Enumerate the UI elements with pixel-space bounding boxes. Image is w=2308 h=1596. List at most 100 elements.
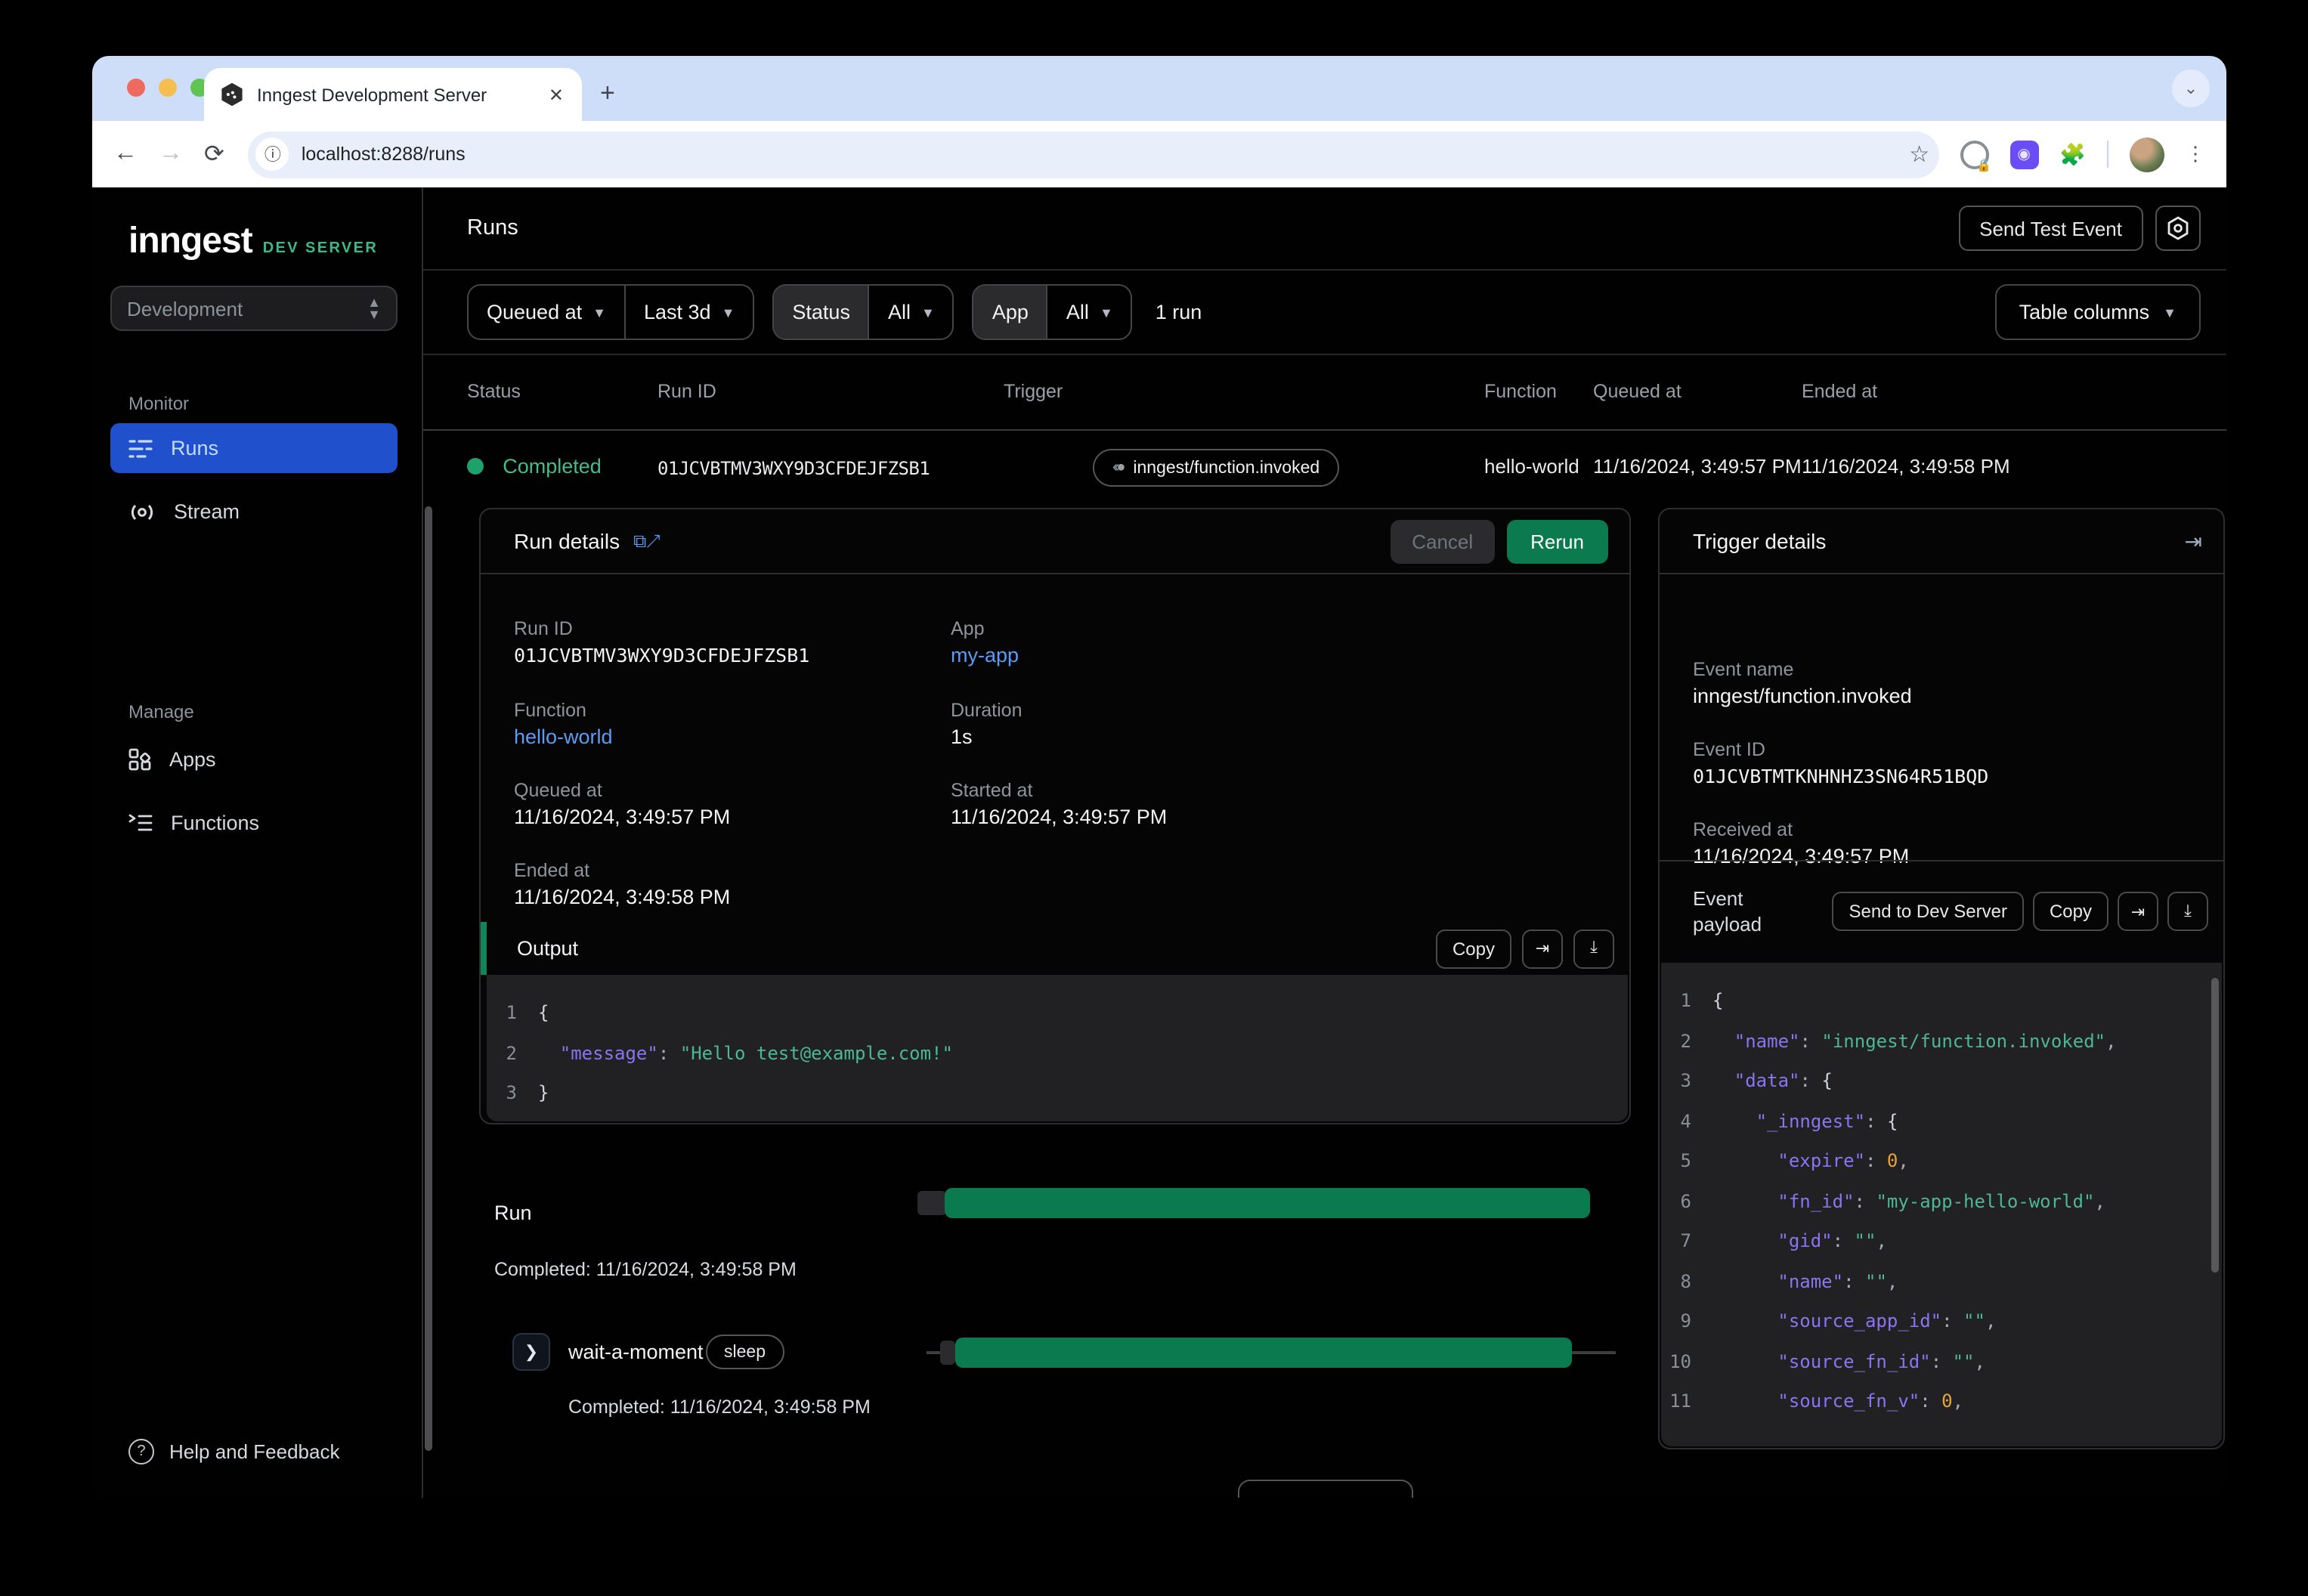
code-line: 8 "name": "", xyxy=(1680,1270,1898,1291)
row-function: hello-world xyxy=(1484,455,1579,478)
chevron-down-icon: ▼ xyxy=(721,305,735,320)
step-timeline-bar[interactable] xyxy=(955,1338,1572,1368)
main-content: Runs Send Test Event Queued at ▼ Last 3d… xyxy=(423,187,2226,1498)
event-name-label: Event name xyxy=(1693,659,1794,680)
page-title: Runs xyxy=(467,216,518,240)
trigger-details-title: Trigger details xyxy=(1693,529,1827,553)
chevron-down-icon: ▼ xyxy=(921,305,935,320)
queued-at-label: Queued at xyxy=(514,780,602,801)
started-at-label: Started at xyxy=(951,780,1033,801)
tab-search-chevron-icon[interactable]: ⌄ xyxy=(2172,70,2210,107)
collapse-panel-icon[interactable]: ⇥ xyxy=(2185,528,2202,554)
table-row[interactable]: Completed 01JCVBTMV3WXY9D3CFDEJFZSB1 ‹‹●… xyxy=(423,431,2226,508)
browser-toolbar: ← → ⟳ ⓘ localhost:8288/runs ☆ ◉ 🧩 ⋮ xyxy=(92,121,2226,187)
help-label: Help and Feedback xyxy=(169,1440,340,1463)
sidebar: inngest DEV SERVER Development ▲ ▼ Monito… xyxy=(92,187,423,1498)
password-manager-extension-icon[interactable] xyxy=(1960,140,1991,172)
function-value-link[interactable]: hello-world xyxy=(514,725,613,748)
app-filter-label-segment: App xyxy=(973,286,1047,339)
external-link-icon[interactable]: ⧉↗ xyxy=(633,530,661,552)
app-filter[interactable]: App All ▼ xyxy=(972,284,1133,340)
back-button[interactable]: ← xyxy=(113,141,138,168)
step-completed-text: Completed: 11/16/2024, 3:49:58 PM xyxy=(568,1396,871,1418)
tab-close-icon[interactable]: ✕ xyxy=(546,84,567,105)
purple-extension-icon[interactable]: ◉ xyxy=(2009,140,2039,169)
trigger-details-header: Trigger details ⇥ xyxy=(1660,509,2223,574)
help-and-feedback[interactable]: ? Help and Feedback xyxy=(128,1439,340,1465)
payload-copy-button[interactable]: Copy xyxy=(2032,892,2108,931)
scroll-to-bottom-button[interactable]: ⤓ xyxy=(2167,892,2208,931)
trigger-name: inngest/function.invoked xyxy=(1133,459,1320,477)
status-filter[interactable]: Status All ▼ xyxy=(772,284,954,340)
sidebar-item-runs[interactable]: Runs xyxy=(110,423,398,473)
browser-menu-icon[interactable]: ⋮ xyxy=(2186,142,2205,166)
sidebar-item-apps[interactable]: Apps xyxy=(110,735,398,784)
status-filter-value-segment[interactable]: All ▼ xyxy=(868,286,953,339)
sidebar-item-stream[interactable]: Stream xyxy=(110,487,398,537)
scroll-to-bottom-button[interactable]: ⤓ xyxy=(1573,929,1614,968)
app-filter-value: All xyxy=(1066,301,1089,323)
status-filter-label: Status xyxy=(792,301,850,323)
url-text[interactable]: localhost:8288/runs xyxy=(302,144,1897,165)
app-filter-value-segment[interactable]: All ▼ xyxy=(1046,286,1131,339)
site-info-icon[interactable]: ⓘ xyxy=(255,138,289,171)
reload-button[interactable]: ⟳ xyxy=(204,139,224,169)
timerange-label: Last 3d xyxy=(643,301,711,323)
forward-button[interactable]: → xyxy=(159,141,183,168)
event-name-value: inngest/function.invoked xyxy=(1693,685,1912,707)
toolbar-divider xyxy=(2107,141,2108,168)
queued-at-segment[interactable]: Queued at ▼ xyxy=(469,286,624,339)
table-columns-button[interactable]: Table columns ▼ xyxy=(1994,284,2201,340)
logo-row: inngest DEV SERVER xyxy=(128,221,378,263)
column-header-function: Function xyxy=(1484,381,1557,402)
bookmark-star-icon[interactable]: ☆ xyxy=(1909,141,1929,168)
inngest-app: inngest DEV SERVER Development ▲ ▼ Monito… xyxy=(92,187,2226,1498)
sidebar-item-functions[interactable]: Functions xyxy=(110,798,398,848)
row-run-id: 01JCVBTMV3WXY9D3CFDEJFZSB1 xyxy=(657,458,930,479)
cancel-button[interactable]: Cancel xyxy=(1391,519,1495,563)
column-header-queued: Queued at xyxy=(1593,381,1681,402)
new-tab-button[interactable]: + xyxy=(600,79,615,109)
minimize-window-button[interactable] xyxy=(159,79,177,97)
code-line: 1{ xyxy=(1680,990,1724,1011)
queued-at-filter[interactable]: Queued at ▼ Last 3d ▼ xyxy=(467,284,755,340)
browser-tab[interactable]: Inngest Development Server ✕ xyxy=(204,68,582,121)
word-wrap-button[interactable]: ⇥ xyxy=(1522,929,1563,968)
run-details-title: Run details xyxy=(514,529,620,553)
function-label: Function xyxy=(514,700,586,721)
word-wrap-button[interactable]: ⇥ xyxy=(2118,892,2158,931)
timerange-segment[interactable]: Last 3d ▼ xyxy=(623,286,753,339)
inngest-favicon-icon xyxy=(221,82,243,107)
close-window-button[interactable] xyxy=(127,79,145,97)
expand-step-chevron[interactable]: ❯ xyxy=(512,1333,550,1371)
extensions-puzzle-icon[interactable]: 🧩 xyxy=(2059,141,2086,167)
url-bar[interactable]: ⓘ localhost:8288/runs ☆ xyxy=(248,131,1939,178)
code-line: 10 "source_fn_id": "", xyxy=(1669,1350,1985,1372)
profile-avatar[interactable] xyxy=(2130,137,2164,172)
send-to-dev-server-button[interactable]: Send to Dev Server xyxy=(1832,892,2024,931)
started-at-value: 11/16/2024, 3:49:57 PM xyxy=(951,806,1168,828)
environment-select[interactable]: Development ▲ ▼ xyxy=(110,286,398,331)
event-payload-code-block[interactable]: 1{2 "name": "inngest/function.invoked", 3 "… xyxy=(1661,963,2222,1446)
run-completed-text: Completed: 11/16/2024, 3:49:58 PM xyxy=(494,1259,797,1280)
main-scrollbar[interactable] xyxy=(425,506,432,1451)
output-code-block[interactable]: 1{2 "message": "Hello test@example.com!" 3… xyxy=(487,975,1628,1121)
load-more-button-partial[interactable] xyxy=(1237,1480,1412,1498)
send-test-event-button[interactable]: Send Test Event xyxy=(1958,206,2143,251)
settings-gear-button[interactable] xyxy=(2155,206,2201,251)
help-question-icon: ? xyxy=(128,1439,154,1465)
run-timeline-bar[interactable] xyxy=(945,1188,1590,1218)
code-line: 4 "_inngest": { xyxy=(1680,1110,1898,1131)
code-line: 11 "source_fn_v": 0, xyxy=(1669,1390,1964,1412)
payload-scrollbar[interactable] xyxy=(2211,978,2219,1273)
app-value-link[interactable]: my-app xyxy=(951,644,1019,667)
inngest-logo: inngest xyxy=(128,221,253,261)
code-line: 3 "data": { xyxy=(1680,1070,1833,1091)
environment-select-value: Development xyxy=(127,297,243,320)
rerun-button[interactable]: Rerun xyxy=(1506,519,1608,563)
sidebar-item-label: Runs xyxy=(171,437,219,459)
output-copy-button[interactable]: Copy xyxy=(1435,929,1511,968)
queued-at-label: Queued at xyxy=(487,301,583,323)
code-line: 9 "source_app_id": "", xyxy=(1680,1310,1997,1332)
event-id-value: 01JCVBTMTKNHNHZ3SN64R51BQD xyxy=(1693,765,1989,787)
